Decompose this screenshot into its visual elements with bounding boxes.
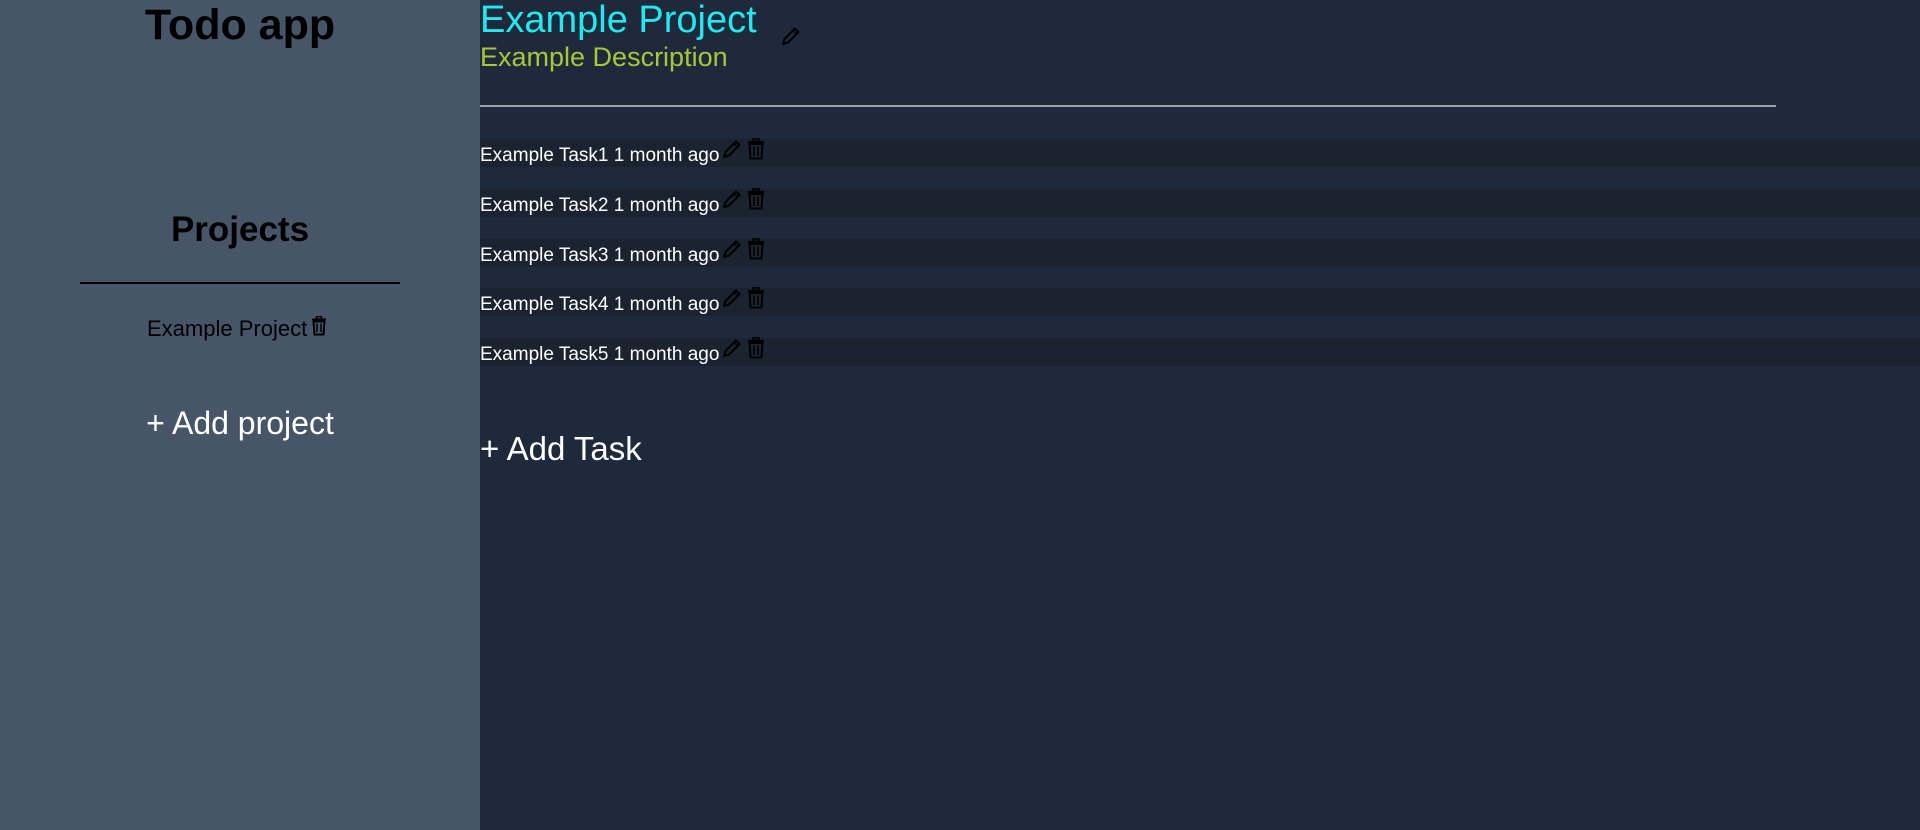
task-row[interactable]: Example Task1 1 month ago [480, 138, 1920, 167]
pencil-icon[interactable] [721, 337, 743, 359]
pencil-icon[interactable] [721, 287, 743, 309]
add-project-button[interactable]: + Add project [0, 402, 480, 444]
task-time: 1 month ago [613, 145, 720, 166]
project-item-label[interactable]: Example Project [147, 315, 307, 343]
task-title: Example Task5 1 month ago [480, 344, 720, 365]
pencil-icon[interactable] [721, 138, 743, 160]
trash-icon[interactable] [745, 287, 767, 309]
sidebar: Todo app Projects Example Project + Add … [0, 0, 480, 830]
task-time: 1 month ago [613, 294, 720, 315]
trash-icon[interactable] [745, 138, 767, 160]
projects-heading: Projects [170, 210, 310, 249]
task-row[interactable]: Example Task3 1 month ago [480, 238, 1920, 267]
trash-icon[interactable] [745, 238, 767, 260]
pencil-icon[interactable] [721, 188, 743, 210]
task-row[interactable]: Example Task5 1 month ago [480, 337, 1920, 366]
task-row[interactable]: Example Task2 1 month ago [480, 188, 1920, 217]
main-panel: Example Project Example Description Exam… [480, 0, 1920, 830]
main-divider [480, 105, 1776, 107]
todo-app: Todo app Projects Example Project + Add … [0, 0, 1920, 830]
app-title: Todo app [144, 1, 336, 49]
project-item[interactable]: Example Project [147, 315, 328, 343]
task-time: 1 month ago [613, 344, 720, 365]
trash-icon[interactable] [310, 316, 328, 336]
trash-icon[interactable] [745, 188, 767, 210]
task-title: Example Task3 1 month ago [480, 245, 720, 266]
task-title: Example Task1 1 month ago [480, 145, 720, 166]
trash-icon[interactable] [745, 337, 767, 359]
task-row[interactable]: Example Task4 1 month ago [480, 287, 1920, 316]
task-time: 1 month ago [613, 245, 720, 266]
task-time: 1 month ago [613, 195, 720, 216]
add-task-button[interactable]: + Add Task [480, 428, 642, 470]
task-title: Example Task2 1 month ago [480, 195, 720, 216]
pencil-icon[interactable] [780, 25, 802, 47]
projects-divider [80, 282, 400, 284]
project-title: Example Project [480, 0, 757, 41]
project-description: Example Description [480, 42, 728, 72]
pencil-icon[interactable] [721, 238, 743, 260]
task-title: Example Task4 1 month ago [480, 294, 720, 315]
